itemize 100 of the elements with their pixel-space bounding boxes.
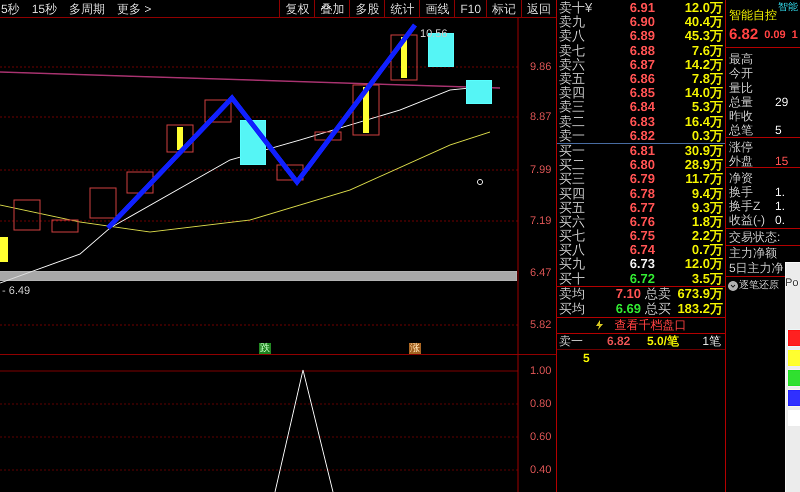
order-price: 6.81 — [628, 144, 655, 158]
stock-name: 智能自控 — [729, 7, 777, 24]
period-tab[interactable]: 15秒 — [32, 0, 58, 18]
tick-size: 5.0/笔 — [647, 333, 680, 350]
order-level-label: 卖二 — [558, 114, 586, 129]
order-price: 6.90 — [628, 15, 655, 30]
price-change: 0.09 — [764, 28, 786, 44]
stat-label: 涨停 — [729, 138, 754, 156]
stat-value: 1. — [775, 184, 786, 201]
order-volume: 2.2万 — [690, 229, 724, 244]
marker-icon — [477, 179, 483, 185]
stat-label: 收益(-) — [729, 212, 766, 230]
order-price: 6.74 — [628, 243, 655, 258]
order-price: 6.76 — [628, 214, 655, 229]
order-volume: 7.6万 — [690, 44, 724, 58]
price-label: - 6.49 — [2, 285, 30, 297]
order-level-label: 买八 — [558, 243, 586, 258]
order-level-label: 卖七 — [558, 44, 586, 58]
total-volume: 183.2万 — [676, 302, 724, 316]
stat-label: 今开 — [729, 65, 754, 82]
order-volume: 12.0万 — [684, 1, 724, 16]
fund-label: 5日主力净 — [728, 260, 785, 276]
axis-label: 0.60 — [530, 431, 552, 443]
candlestick — [352, 84, 380, 136]
average-price: 7.10 — [614, 287, 641, 302]
order-price: 6.73 — [628, 257, 655, 272]
order-price: 6.89 — [628, 29, 655, 44]
stat-value: 15 — [775, 152, 788, 170]
status-label: 交易状态: — [729, 228, 780, 246]
order-level-label: 买七 — [558, 229, 586, 244]
order-price: 6.78 — [628, 186, 655, 201]
stat-value: 5 — [775, 122, 782, 140]
order-price: 6.80 — [628, 158, 655, 172]
order-volume: 45.3万 — [684, 29, 724, 44]
summary-label: 总卖 — [645, 287, 671, 302]
order-price: 6.83 — [628, 114, 655, 129]
order-price: 6.72 — [628, 272, 655, 286]
order-volume: 30.9万 — [684, 144, 724, 158]
order-price: 6.88 — [628, 44, 655, 58]
order-level-label: 买十 — [558, 272, 586, 286]
stat-label: 外盘 — [729, 153, 754, 170]
order-level-label: 买五 — [558, 200, 586, 215]
candlestick — [466, 80, 492, 104]
stat-label: 总量 — [729, 94, 754, 110]
period-tab[interactable]: 5秒 — [1, 0, 20, 18]
candlestick — [0, 237, 8, 262]
average-price: 6.69 — [614, 302, 641, 316]
order-level-label: 买四 — [558, 186, 586, 201]
order-level-label: 买六 — [558, 214, 586, 229]
stat-label: 总笔 — [729, 122, 754, 140]
signal-tag: 跌 — [259, 343, 271, 354]
order-price: 6.79 — [628, 172, 655, 186]
order-level-label: 卖八 — [558, 29, 586, 44]
chevron-circle-icon — [728, 280, 738, 291]
candlestick — [390, 34, 418, 80]
order-price: 6.87 — [628, 58, 655, 72]
current-price: 6.82 — [729, 25, 758, 46]
axis-label: 0.80 — [530, 398, 552, 410]
order-level-label: 卖三 — [558, 100, 586, 114]
order-volume: 28.9万 — [684, 158, 724, 172]
order-volume: 14.2万 — [684, 58, 724, 72]
candlestick — [276, 164, 304, 180]
order-volume: 12.0万 — [684, 257, 724, 272]
period-tab[interactable]: 更多 > — [117, 0, 152, 18]
order-level-label: 卖九 — [558, 15, 586, 30]
summary-label: 买均 — [558, 302, 586, 316]
order-price: 6.84 — [628, 100, 655, 114]
candlestick — [204, 100, 232, 122]
candlestick — [90, 188, 116, 218]
order-volume: 40.4万 — [684, 15, 724, 30]
candlestick — [14, 200, 40, 230]
order-volume: 1.8万 — [690, 214, 724, 229]
stock-tag: 智能 — [778, 0, 798, 15]
order-level-label: 卖五 — [558, 72, 586, 86]
panel-title: Po — [785, 276, 800, 290]
order-volume: 9.3万 — [690, 200, 724, 215]
order-price: 6.85 — [628, 86, 655, 100]
fund-label: 主力净额 — [728, 246, 778, 261]
axis-label: 7.19 — [530, 215, 552, 227]
order-level-label: 卖六 — [558, 58, 586, 72]
period-tab[interactable]: 多周期 — [69, 0, 106, 18]
candlestick — [52, 220, 78, 232]
stat-label: 换手Z — [729, 198, 762, 214]
order-level-label: 卖一 — [558, 128, 586, 143]
stat-value: 29 — [775, 94, 788, 112]
order-price: 6.91 — [628, 1, 655, 16]
axis-label: 7.99 — [530, 164, 552, 176]
axis-label: 6.47 — [530, 267, 552, 279]
candlestick — [166, 124, 194, 152]
axis-label: 1.00 — [530, 365, 552, 377]
order-level-label: 买九 — [558, 257, 586, 272]
summary-label: 总买 — [645, 302, 671, 316]
order-level-label: 买三 — [558, 172, 586, 186]
axis-label: 5.82 — [530, 319, 552, 331]
depth-link[interactable]: 查看千档盘口 — [614, 318, 686, 332]
order-volume: 9.4万 — [690, 186, 724, 201]
tick-label: 卖一 — [558, 333, 584, 350]
order-volume: 16.4万 — [684, 114, 724, 129]
order-price: 6.75 — [628, 229, 655, 244]
order-price: 6.77 — [628, 200, 655, 215]
